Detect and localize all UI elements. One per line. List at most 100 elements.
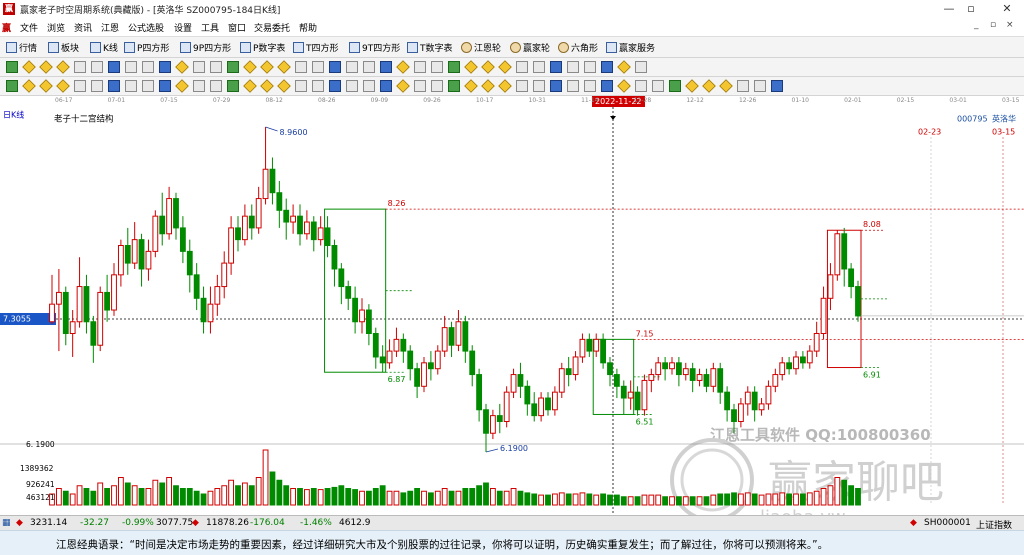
tool-tool-20-icon[interactable] (329, 80, 341, 92)
draw-tool-36-icon[interactable] (601, 61, 613, 73)
draw-tool-15-icon[interactable] (243, 60, 257, 74)
tool-tool-17-icon[interactable] (277, 79, 291, 93)
mdi-restore-button[interactable]: ▫ (990, 20, 996, 30)
tool-tool-7-icon[interactable] (108, 80, 120, 92)
draw-tool-31-icon[interactable] (516, 61, 528, 73)
draw-tool-38-icon[interactable] (635, 61, 647, 73)
menu-window[interactable]: 窗口 (228, 21, 246, 34)
tool-tool-25-icon[interactable] (414, 80, 426, 92)
tool-tool-16-icon[interactable] (260, 79, 274, 93)
draw-tool-35-icon[interactable] (584, 61, 596, 73)
tool-tool-8-icon[interactable] (125, 80, 137, 92)
tool-tool-43-icon[interactable] (719, 79, 733, 93)
tool-tool-27-icon[interactable] (448, 80, 460, 92)
draw-tool-23-icon[interactable] (380, 61, 392, 73)
draw-tool-33-icon[interactable] (550, 61, 562, 73)
draw-tool-5-icon[interactable] (74, 61, 86, 73)
mdi-close-button[interactable]: × (1006, 20, 1014, 30)
menu-tools[interactable]: 工具 (201, 21, 219, 34)
tool-tool-28-icon[interactable] (464, 79, 478, 93)
grid-status-icon[interactable]: ▦ (2, 518, 11, 528)
kline-button[interactable]: K线 (90, 40, 118, 54)
menu-help[interactable]: 帮助 (299, 21, 317, 34)
tool-tool-10-icon[interactable] (159, 80, 171, 92)
draw-tool-18-icon[interactable] (295, 61, 307, 73)
draw-tool-21-icon[interactable] (346, 61, 358, 73)
service-button[interactable]: 赢家服务 (606, 40, 655, 54)
tool-tool-11-icon[interactable] (175, 79, 189, 93)
tool-tool-36-icon[interactable] (601, 80, 613, 92)
draw-tool-28-icon[interactable] (464, 60, 478, 74)
tool-tool-2-icon[interactable] (22, 79, 36, 93)
tool-tool-14-icon[interactable] (227, 80, 239, 92)
9p-square-button[interactable]: 9P四方形 (180, 40, 231, 54)
draw-tool-24-icon[interactable] (396, 60, 410, 74)
draw-tool-34-icon[interactable] (567, 61, 579, 73)
draw-tool-16-icon[interactable] (260, 60, 274, 74)
tool-tool-26-icon[interactable] (431, 80, 443, 92)
draw-tool-10-icon[interactable] (159, 61, 171, 73)
tool-tool-1-icon[interactable] (6, 80, 18, 92)
menu-file[interactable]: 文件 (20, 21, 38, 34)
menu-news[interactable]: 资讯 (74, 21, 92, 34)
menu-formula[interactable]: 公式选股 (128, 21, 164, 34)
tool-tool-44-icon[interactable] (737, 80, 749, 92)
tool-tool-23-icon[interactable] (380, 80, 392, 92)
draw-tool-12-icon[interactable] (193, 61, 205, 73)
tool-tool-13-icon[interactable] (210, 80, 222, 92)
t-square-button[interactable]: T四方形 (293, 40, 339, 54)
tool-tool-33-icon[interactable] (550, 80, 562, 92)
draw-tool-30-icon[interactable] (498, 60, 512, 74)
draw-tool-17-icon[interactable] (277, 60, 291, 74)
tool-tool-4-icon[interactable] (56, 79, 70, 93)
tool-tool-19-icon[interactable] (312, 80, 324, 92)
draw-tool-11-icon[interactable] (175, 60, 189, 74)
draw-tool-8-icon[interactable] (125, 61, 137, 73)
tool-tool-22-icon[interactable] (363, 80, 375, 92)
tool-tool-29-icon[interactable] (481, 79, 495, 93)
tool-tool-42-icon[interactable] (702, 79, 716, 93)
tool-tool-41-icon[interactable] (685, 79, 699, 93)
draw-tool-22-icon[interactable] (363, 61, 375, 73)
tool-tool-32-icon[interactable] (533, 80, 545, 92)
draw-tool-19-icon[interactable] (312, 61, 324, 73)
close-button[interactable]: ✕ (992, 1, 1022, 17)
tool-tool-5-icon[interactable] (74, 80, 86, 92)
tool-tool-40-icon[interactable] (669, 80, 681, 92)
sector-button[interactable]: 板块 (48, 40, 79, 54)
tool-tool-15-icon[interactable] (243, 79, 257, 93)
tool-tool-3-icon[interactable] (39, 79, 53, 93)
menu-browse[interactable]: 浏览 (47, 21, 65, 34)
tool-tool-6-icon[interactable] (91, 80, 103, 92)
draw-tool-3-icon[interactable] (39, 60, 53, 74)
draw-tool-4-icon[interactable] (56, 60, 70, 74)
tool-tool-46-icon[interactable] (771, 80, 783, 92)
draw-tool-9-icon[interactable] (142, 61, 154, 73)
draw-tool-6-icon[interactable] (91, 61, 103, 73)
draw-tool-2-icon[interactable] (22, 60, 36, 74)
menu-settings[interactable]: 设置 (174, 21, 192, 34)
9t-square-button[interactable]: 9T四方形 (349, 40, 400, 54)
p-square-button[interactable]: P四方形 (124, 40, 169, 54)
tool-tool-21-icon[interactable] (346, 80, 358, 92)
mdi-minimize-button[interactable]: _ (974, 20, 979, 30)
quote-button[interactable]: 行情 (6, 40, 37, 54)
draw-tool-25-icon[interactable] (414, 61, 426, 73)
draw-tool-1-icon[interactable] (6, 61, 18, 73)
draw-tool-29-icon[interactable] (481, 60, 495, 74)
tool-tool-31-icon[interactable] (516, 80, 528, 92)
tool-tool-35-icon[interactable] (584, 80, 596, 92)
gann-wheel-button[interactable]: 江恩轮 (461, 40, 501, 54)
draw-tool-32-icon[interactable] (533, 61, 545, 73)
menu-trade[interactable]: 交易委托 (254, 21, 290, 34)
draw-tool-20-icon[interactable] (329, 61, 341, 73)
tool-tool-9-icon[interactable] (142, 80, 154, 92)
stock-chart[interactable]: 江恩工具软件 QQ:100800360 赢家聊吧 liaoba.yw 日K线 老… (0, 107, 1024, 515)
draw-tool-13-icon[interactable] (210, 61, 222, 73)
winner-wheel-button[interactable]: 赢家轮 (510, 40, 550, 54)
tool-tool-12-icon[interactable] (193, 80, 205, 92)
draw-tool-27-icon[interactable] (448, 61, 460, 73)
tool-tool-30-icon[interactable] (498, 79, 512, 93)
draw-tool-7-icon[interactable] (108, 61, 120, 73)
maximize-button[interactable]: ▫ (956, 1, 986, 17)
